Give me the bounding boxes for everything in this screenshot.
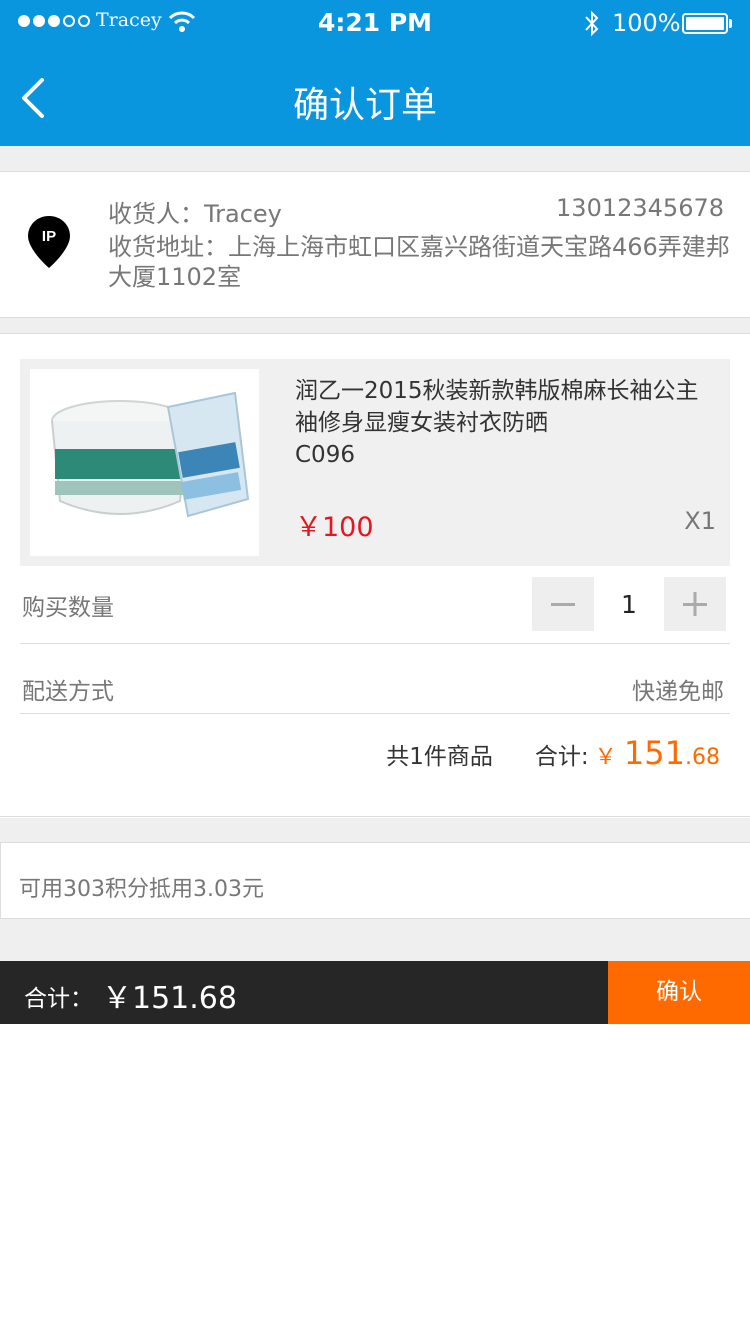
plus-icon [683, 592, 707, 616]
product-code: C096 [295, 442, 355, 468]
item-count: 共1件商品 [386, 744, 493, 770]
page-title: 确认订单 [292, 85, 437, 126]
divider [20, 713, 730, 714]
increase-quantity-button[interactable] [664, 577, 726, 631]
shipping-address-card[interactable]: IP 收货人：Tracey 13012345678 收货地址：上海上海市虹口区嘉… [0, 171, 750, 318]
points-redeem-row[interactable]: 可用303积分抵用3.03元 [0, 842, 750, 919]
section-gap [0, 318, 750, 333]
status-bar: Tracey 4:21 PM 100% [0, 0, 750, 48]
product-price: ￥100 [295, 512, 374, 543]
shipping-method-value[interactable]: 快递免邮 [632, 672, 724, 706]
order-summary: 共1件商品 合计: ￥ 151.68 [386, 734, 720, 772]
total-amount: ￥ 151.68 [594, 734, 720, 772]
checkout-total-label: 合计： [24, 986, 93, 1012]
confirm-button[interactable]: 确认 [608, 961, 750, 1024]
checkout-total-amount: ￥151.68 [102, 981, 237, 1016]
recipient-phone: 13012345678 [556, 194, 724, 222]
product-quantity: X1 [684, 507, 716, 535]
shipping-address: 收货地址：上海上海市虹口区嘉兴路街道天宝路466弄建邦大厦1102室 [108, 233, 730, 291]
app-header: Tracey 4:21 PM 100% 确认订单 [0, 0, 750, 146]
battery-icon [682, 13, 728, 34]
quantity-value: 1 [621, 590, 637, 619]
svg-text:IP: IP [42, 228, 56, 245]
total-label: 合计: [534, 744, 589, 770]
quantity-label: 购买数量 [22, 595, 114, 621]
product-image [30, 369, 259, 556]
checkout-bar: 合计： ￥151.68 确认 [0, 961, 750, 1024]
location-pin-icon: IP [28, 216, 70, 268]
decrease-quantity-button[interactable] [532, 577, 594, 631]
product-card[interactable]: 润乙一2015秋装新款韩版棉麻长袖公主 袖修身显瘦女装衬衣防晒 C096 ￥10… [20, 359, 730, 566]
section-gap [0, 818, 750, 842]
divider [20, 643, 730, 644]
section-gap [0, 919, 750, 961]
bluetooth-icon [585, 10, 599, 37]
battery-percent: 100% [612, 9, 681, 37]
section-gap [0, 146, 750, 171]
recipient-name: 收货人：Tracey [108, 200, 282, 228]
shipping-method-label: 配送方式 [22, 679, 114, 705]
minus-icon [551, 603, 575, 606]
product-name[interactable]: 润乙一2015秋装新款韩版棉麻长袖公主 袖修身显瘦女装衬衣防晒 C096 [295, 375, 720, 471]
points-redeem-text: 可用303积分抵用3.03元 [19, 877, 264, 902]
